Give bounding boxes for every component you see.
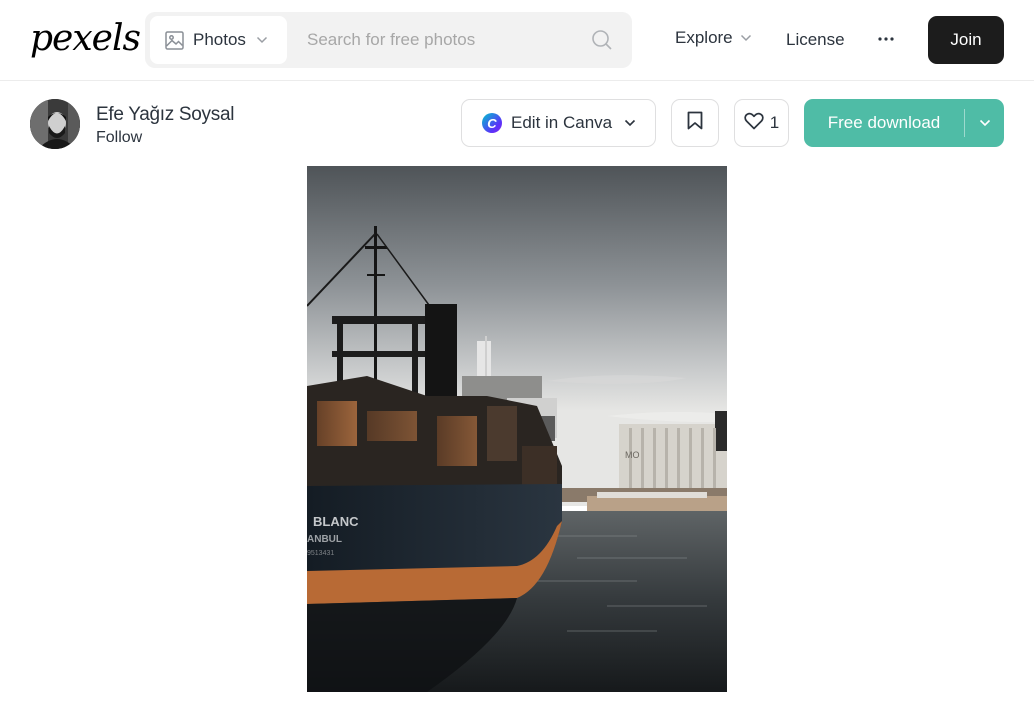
ship-port-text: ANBUL	[307, 534, 342, 545]
chevron-down-icon	[740, 34, 752, 42]
license-link[interactable]: License	[786, 30, 845, 50]
collect-button[interactable]	[671, 99, 719, 147]
top-navigation-bar: pexels Photos Explore	[0, 0, 1034, 81]
download-options-dropdown[interactable]	[965, 119, 1004, 127]
explore-menu[interactable]: Explore	[675, 28, 752, 48]
edit-in-canva-button[interactable]: C Edit in Canva	[461, 99, 656, 147]
search-bar: Photos	[145, 12, 632, 68]
pexels-logo[interactable]: pexels	[30, 14, 141, 62]
like-count: 1	[769, 113, 780, 132]
search-icon[interactable]	[591, 29, 613, 51]
search-input[interactable]	[297, 12, 577, 68]
canva-logo-icon: C	[482, 113, 502, 133]
free-download-label: Free download	[827, 113, 941, 132]
ship-name-text: BLANC	[313, 514, 359, 529]
like-button[interactable]: 1	[734, 99, 789, 147]
free-download-button[interactable]: Free download	[804, 99, 1004, 147]
ship-number-text: 9513431	[307, 550, 334, 557]
follow-button[interactable]: Follow	[96, 129, 142, 147]
chevron-down-icon	[256, 36, 268, 44]
chevron-down-icon	[979, 119, 990, 127]
media-type-label: Photos	[193, 30, 246, 49]
author-avatar[interactable]	[30, 99, 80, 149]
join-button[interactable]: Join	[928, 16, 1004, 64]
bookmark-icon	[687, 111, 703, 135]
image-icon	[165, 30, 184, 50]
more-icon[interactable]	[874, 28, 898, 50]
silo-text: MO	[625, 450, 640, 460]
explore-label: Explore	[675, 28, 733, 47]
edit-in-canva-label: Edit in Canva	[511, 113, 613, 132]
main-photo[interactable]: MO BLANC ANBUL 9513431	[307, 166, 727, 692]
media-type-dropdown[interactable]: Photos	[150, 16, 287, 64]
chevron-down-icon	[624, 119, 636, 127]
author-name[interactable]: Efe Yağız Soysal	[96, 104, 234, 126]
heart-icon	[744, 112, 764, 135]
